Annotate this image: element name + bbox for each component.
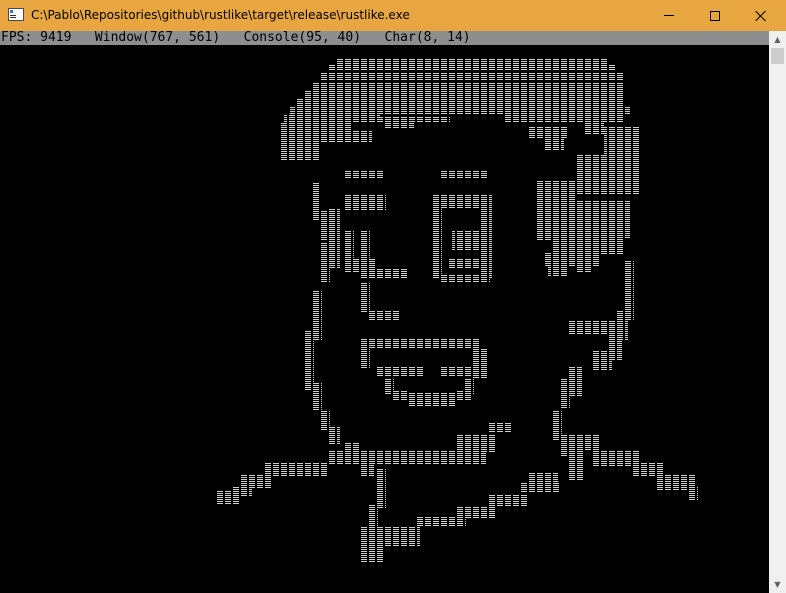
status-bar: FPS: 9419 Window(767, 561) Console(95, 4… [0,31,769,45]
art-glyph-block [320,73,624,81]
art-glyph-block [560,435,600,451]
art-glyph-block [290,107,630,115]
art-glyph-block [304,91,624,99]
minimize-button[interactable] [646,0,692,31]
console-area[interactable]: FPS: 9419 Window(767, 561) Console(95, 4… [0,31,769,593]
art-glyph-block [328,65,616,71]
art-glyph-block [604,127,640,157]
art-glyph-block [328,427,340,445]
window-title: C:\Pablo\Repositories\github\rustlike\ta… [31,8,410,22]
art-glyph-block [568,451,584,481]
art-glyph-block [408,393,456,407]
art-glyph-block [456,435,496,453]
art-glyph-block [568,321,616,335]
art-glyph-block [360,543,384,563]
art-glyph-block [312,183,320,221]
art-glyph-block [360,231,370,261]
art-glyph-block [688,487,698,501]
art-glyph-block [520,483,560,493]
art-glyph-block [632,463,664,477]
art-glyph-block [304,331,314,391]
art-glyph-block [380,117,450,123]
maximize-icon [710,10,720,21]
art-glyph-block [328,451,376,465]
scroll-up-arrow-icon[interactable]: ▲ [769,31,786,48]
scroll-down-arrow-icon[interactable]: ▼ [769,576,786,593]
art-glyph-block [440,275,490,283]
art-glyph-block [548,267,568,277]
art-glyph-block [568,367,582,397]
art-glyph-block [504,115,624,123]
art-glyph-block [344,171,384,179]
art-glyph-block [432,209,442,279]
art-glyph-block [528,473,558,483]
art-glyph-block [284,115,380,123]
art-glyph-block [280,141,320,161]
art-glyph-block [336,59,608,65]
maximize-button[interactable] [692,0,738,31]
art-glyph-block [576,265,592,273]
close-icon [755,10,767,22]
title-bar[interactable]: C:\Pablo\Repositories\github\rustlike\ta… [0,0,786,31]
art-glyph-block [456,391,472,401]
art-glyph-block [384,123,414,129]
art-glyph-block [456,507,496,519]
art-glyph-block [216,491,240,505]
art-glyph-block [360,349,370,369]
art-glyph-block [376,451,486,465]
art-glyph-block [448,259,480,269]
minimize-icon [664,15,674,16]
close-button[interactable] [738,0,784,31]
console-app-icon[interactable] [8,8,24,21]
art-glyph-block [296,99,624,107]
art-glyph-block [584,115,604,135]
art-glyph-block [240,475,272,489]
art-glyph-block [280,123,352,143]
art-glyph-block [360,339,480,349]
art-glyph-block [528,127,568,139]
art-glyph-block [544,139,564,151]
art-glyph-block [560,379,570,409]
art-glyph-block [552,237,624,255]
art-glyph-block [368,311,400,321]
art-glyph-block [360,269,408,279]
ascii-face-art [216,59,698,563]
art-glyph-block [312,83,624,91]
art-glyph-block [440,367,480,377]
art-glyph-block [544,253,600,267]
art-glyph-block [432,195,492,209]
art-glyph-block [320,211,328,241]
art-glyph-block [440,171,488,179]
art-glyph-block [480,209,492,279]
art-glyph-block [344,195,386,211]
art-glyph-block [488,495,528,507]
art-glyph-block [592,351,612,371]
art-glyph-block [376,469,386,509]
art-glyph-block [344,231,354,261]
art-glyph-block [312,383,322,411]
art-glyph-block [452,231,480,251]
art-glyph-block [392,391,408,401]
art-glyph-block [352,131,372,143]
art-glyph-block [576,155,640,195]
art-glyph-block [488,423,512,433]
art-glyph-block [264,463,328,477]
art-glyph-block [360,283,370,313]
art-glyph-block [616,231,624,251]
vertical-scrollbar[interactable]: ▲ ▼ [769,31,786,593]
scroll-thumb[interactable] [771,48,784,64]
art-glyph-block [376,367,424,377]
art-glyph-block [328,209,340,269]
